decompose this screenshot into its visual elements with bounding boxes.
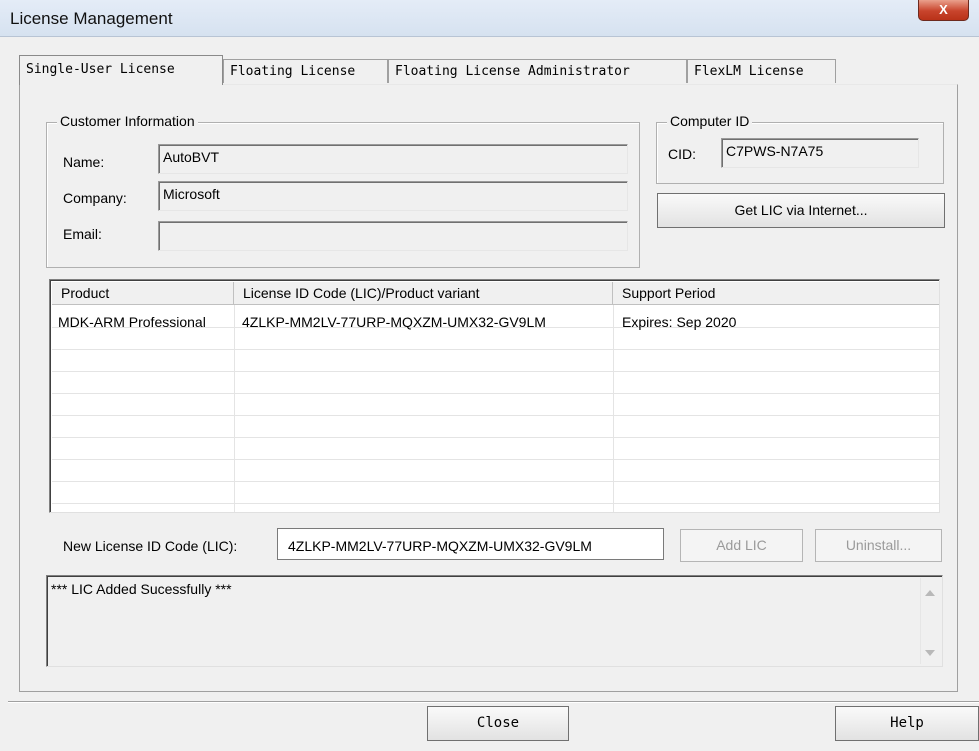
tab-label: Single-User License: [26, 62, 175, 77]
company-label: Company:: [63, 190, 127, 206]
company-field[interactable]: Microsoft: [158, 181, 628, 211]
status-message: *** LIC Added Sucessfully ***: [51, 581, 232, 597]
close-button[interactable]: Close: [427, 706, 569, 741]
scroll-up-icon[interactable]: [925, 590, 935, 596]
help-button[interactable]: Help: [835, 706, 979, 741]
cid-field[interactable]: C7PWS-N7A75: [721, 138, 919, 168]
tab-floating-license-administrator[interactable]: Floating License Administrator: [388, 59, 687, 83]
product-cell: MDK-ARM Professional: [58, 314, 206, 330]
title-bar: License Management X: [0, 0, 979, 37]
column-header-product[interactable]: Product: [52, 282, 234, 305]
window-close-button[interactable]: X: [918, 0, 969, 21]
email-field[interactable]: [158, 221, 628, 251]
uninstall-button[interactable]: Uninstall...: [815, 529, 942, 562]
name-field[interactable]: AutoBVT: [158, 144, 628, 174]
row-divider: [52, 481, 939, 482]
row-divider: [52, 437, 939, 438]
tab-label: Floating License Administrator: [395, 64, 630, 79]
row-divider: [52, 415, 939, 416]
row-divider: [52, 459, 939, 460]
license-table[interactable]: Product License ID Code (LIC)/Product va…: [49, 279, 940, 513]
row-divider: [52, 371, 939, 372]
computer-id-legend: Computer ID: [667, 113, 753, 129]
add-lic-button[interactable]: Add LIC: [680, 529, 803, 562]
tab-single-user-license[interactable]: Single-User License: [19, 55, 223, 85]
email-label: Email:: [63, 226, 102, 242]
window-title: License Management: [10, 9, 173, 28]
new-lic-label: New License ID Code (LIC):: [63, 538, 238, 554]
cid-label: CID:: [668, 146, 696, 162]
new-lic-input[interactable]: [277, 528, 664, 560]
tab-flexlm-license[interactable]: FlexLM License: [687, 59, 836, 83]
tab-label: Floating License: [230, 64, 356, 79]
support-period-cell: Expires: Sep 2020: [622, 314, 737, 330]
tab-floating-license[interactable]: Floating License: [223, 59, 388, 83]
get-lic-via-internet-button[interactable]: Get LIC via Internet...: [657, 193, 945, 228]
row-divider: [52, 393, 939, 394]
lic-cell: 4ZLKP-MM2LV-77URP-MQXZM-UMX32-GV9LM: [242, 314, 546, 330]
row-divider: [52, 503, 939, 504]
tab-label: FlexLM License: [694, 64, 804, 79]
row-divider: [52, 349, 939, 350]
name-label: Name:: [63, 154, 105, 170]
customer-information-legend: Customer Information: [57, 113, 198, 129]
status-output[interactable]: *** LIC Added Sucessfully ***: [46, 575, 943, 667]
column-header-lic[interactable]: License ID Code (LIC)/Product variant: [234, 282, 613, 305]
status-scrollbar[interactable]: [920, 578, 940, 664]
license-management-window: License Management X Single-User License…: [0, 0, 979, 751]
close-icon: X: [939, 2, 948, 17]
scroll-down-icon[interactable]: [925, 650, 935, 656]
column-header-support-period[interactable]: Support Period: [613, 282, 939, 305]
footer-divider: [8, 701, 979, 702]
